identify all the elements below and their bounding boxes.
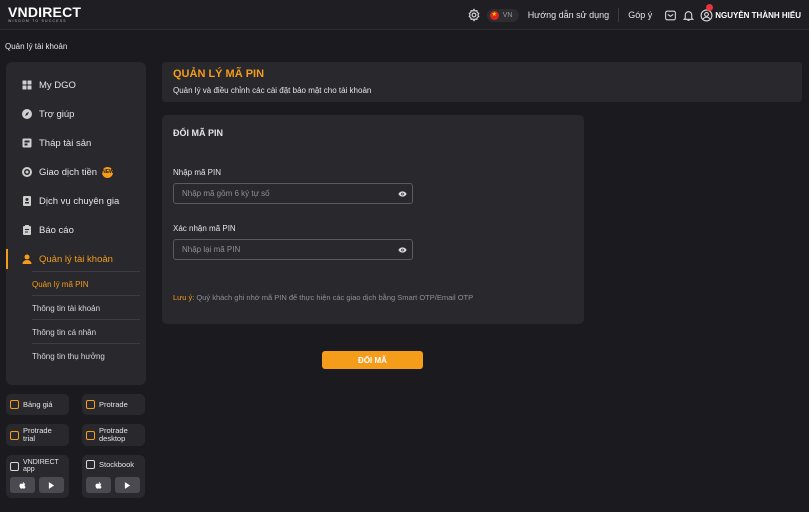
pin-label: Nhập mã PIN bbox=[173, 168, 222, 177]
breadcrumb: Quản lý tài khoản bbox=[5, 42, 68, 51]
change-pin-form: ĐỔI MÃ PIN Nhập mã PIN Xác nhận mã PIN L… bbox=[162, 115, 584, 324]
submenu-item-beneficiary-info[interactable]: Thông tin thụ hưởng bbox=[32, 352, 105, 361]
grid-icon bbox=[22, 80, 32, 90]
divider bbox=[32, 319, 140, 320]
play-store-icon bbox=[124, 481, 131, 489]
submenu-item-personal-info[interactable]: Thông tin cá nhân bbox=[32, 328, 96, 337]
user-name[interactable]: NGUYỄN THÀNH HIẾU bbox=[715, 11, 801, 20]
external-link-icon bbox=[10, 430, 19, 440]
sidebar-item-label: My DGO bbox=[39, 79, 76, 91]
sidebar-item-money-transactions[interactable]: Giao dịch tiền NEW bbox=[6, 162, 146, 182]
asset-icon bbox=[22, 138, 32, 148]
quick-link-label: Bảng giá bbox=[23, 400, 53, 409]
quick-link-protrade[interactable]: Protrade bbox=[82, 394, 145, 415]
pin-field bbox=[173, 183, 413, 204]
user-avatar[interactable] bbox=[700, 3, 714, 22]
sidebar-item-reports[interactable]: Báo cáo bbox=[6, 220, 146, 240]
divider bbox=[32, 343, 140, 344]
sidebar-item-help[interactable]: Trợ giúp bbox=[6, 104, 146, 124]
divider bbox=[32, 271, 140, 272]
vndirect-app-icon bbox=[10, 461, 19, 471]
confirm-pin-input[interactable] bbox=[174, 240, 384, 259]
page-title: QUẢN LÝ MÃ PIN bbox=[173, 68, 265, 80]
quick-link-label: Protrade trial bbox=[23, 426, 52, 443]
help-icon bbox=[22, 109, 32, 119]
sidebar-item-label: Báo cáo bbox=[39, 224, 74, 236]
quick-link-label: Protrade bbox=[99, 400, 128, 409]
apple-icon bbox=[95, 481, 102, 489]
new-badge: NEW bbox=[102, 166, 114, 178]
sidebar-item-label: Giao dịch tiền bbox=[39, 166, 98, 178]
external-link-icon bbox=[86, 430, 95, 440]
note-text: Quý khách ghi nhớ mã PIN để thực hiện cá… bbox=[196, 293, 474, 302]
vn-flag-icon: ★ bbox=[489, 10, 499, 20]
pin-input[interactable] bbox=[174, 184, 384, 203]
apple-icon bbox=[19, 481, 26, 489]
google-play-button[interactable] bbox=[39, 477, 64, 493]
account-icon bbox=[22, 254, 32, 264]
play-store-icon bbox=[48, 481, 55, 489]
sidebar-item-label: Trợ giúp bbox=[39, 108, 75, 120]
page-description: Quản lý và điều chỉnh các cài đặt bảo mậ… bbox=[173, 86, 372, 95]
logo-text: VNDIRECT bbox=[8, 4, 82, 20]
google-play-button[interactable] bbox=[115, 477, 140, 493]
sidebar-item-asset-tower[interactable]: Tháp tài sản bbox=[6, 133, 146, 153]
gear-icon[interactable] bbox=[467, 8, 481, 22]
quick-link-label: Stockbook bbox=[99, 460, 135, 469]
quick-link-label: Protrade desktop bbox=[99, 426, 128, 443]
sidebar-item-label: Quản lý tài khoản bbox=[39, 253, 113, 265]
note-label: Lưu ý: bbox=[173, 293, 195, 302]
quick-link-price-board[interactable]: Bảng giá bbox=[6, 394, 69, 415]
language-code: VN bbox=[502, 11, 513, 19]
report-icon bbox=[23, 225, 31, 235]
mail-icon[interactable] bbox=[664, 9, 677, 22]
sidebar-item-account-management[interactable]: Quản lý tài khoản bbox=[6, 249, 146, 269]
submenu-item-account-info[interactable]: Thông tin tài khoản bbox=[32, 304, 100, 313]
sidebar-item-label: Tháp tài sản bbox=[39, 137, 92, 149]
quick-link-stockbook: Stockbook bbox=[82, 455, 145, 498]
sidebar-item-expert-services[interactable]: Dịch vụ chuyên gia bbox=[6, 191, 146, 211]
divider bbox=[32, 295, 140, 296]
stockbook-icon bbox=[86, 460, 95, 469]
eye-icon[interactable] bbox=[398, 190, 407, 198]
confirm-pin-label: Xác nhận mã PIN bbox=[173, 224, 236, 233]
external-link-icon bbox=[86, 400, 95, 409]
note: Lưu ý: Quý khách ghi nhớ mã PIN để thực … bbox=[173, 293, 473, 302]
sidebar: My DGO Trợ giúp Tháp tài sản Giao dịch t… bbox=[6, 62, 146, 385]
form-title: ĐỔI MÃ PIN bbox=[173, 128, 224, 138]
eye-icon[interactable] bbox=[398, 246, 407, 254]
notification-dot bbox=[706, 3, 714, 11]
language-switcher[interactable]: ★ VN bbox=[486, 8, 519, 22]
change-pin-button[interactable]: ĐỔI MÃ bbox=[322, 351, 423, 369]
header-divider bbox=[618, 8, 620, 22]
top-bar: VNDIRECT WISDOM TO SUCCESS ★ VN Hướng dẫ… bbox=[0, 0, 809, 30]
external-link-icon bbox=[10, 400, 19, 409]
user-guide-link[interactable]: Hướng dẫn sử dụng bbox=[528, 10, 610, 20]
confirm-pin-field bbox=[173, 239, 413, 260]
money-icon bbox=[22, 167, 32, 177]
quick-link-vndirect-app: VNDIRECT app bbox=[6, 455, 69, 498]
sidebar-item-my-dgo[interactable]: My DGO bbox=[6, 75, 146, 95]
app-store-button[interactable] bbox=[86, 477, 111, 493]
vndirect-logo[interactable]: VNDIRECT WISDOM TO SUCCESS bbox=[8, 4, 81, 23]
expert-icon bbox=[23, 196, 31, 206]
app-store-button[interactable] bbox=[10, 477, 35, 493]
sidebar-item-label: Dịch vụ chuyên gia bbox=[39, 195, 120, 207]
bell-icon[interactable] bbox=[682, 9, 695, 22]
submenu-item-pin-management[interactable]: Quản lý mã PIN bbox=[32, 280, 88, 289]
quick-link-protrade-desktop[interactable]: Protrade desktop bbox=[82, 424, 145, 446]
page-header: QUẢN LÝ MÃ PIN Quản lý và điều chỉnh các… bbox=[162, 62, 802, 102]
quick-link-protrade-trial[interactable]: Protrade trial bbox=[6, 424, 69, 446]
feedback-link[interactable]: Góp ý bbox=[628, 10, 652, 20]
quick-link-label: VNDIRECT app bbox=[23, 459, 59, 473]
